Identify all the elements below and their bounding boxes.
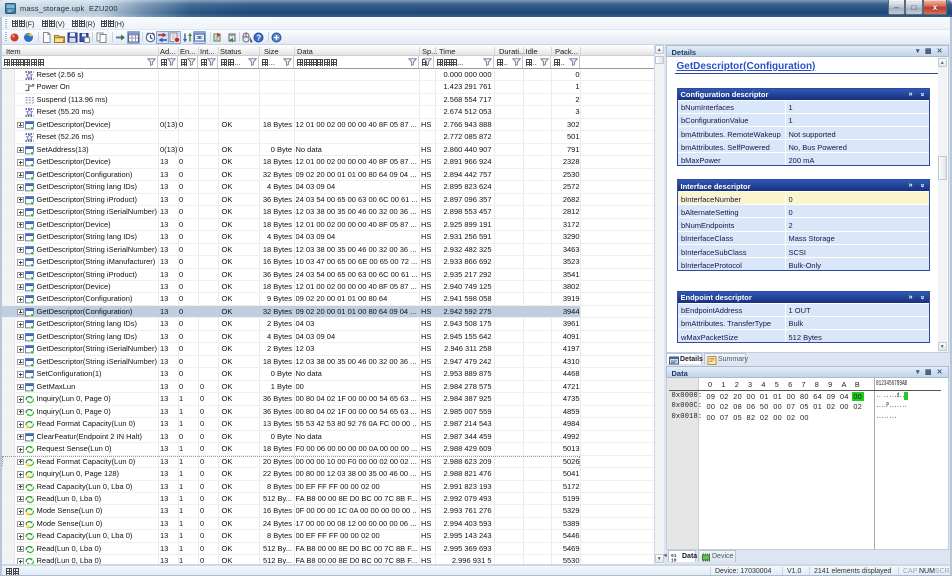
svg-text:10: 10 <box>671 558 677 563</box>
svg-text:?: ? <box>256 34 261 43</box>
